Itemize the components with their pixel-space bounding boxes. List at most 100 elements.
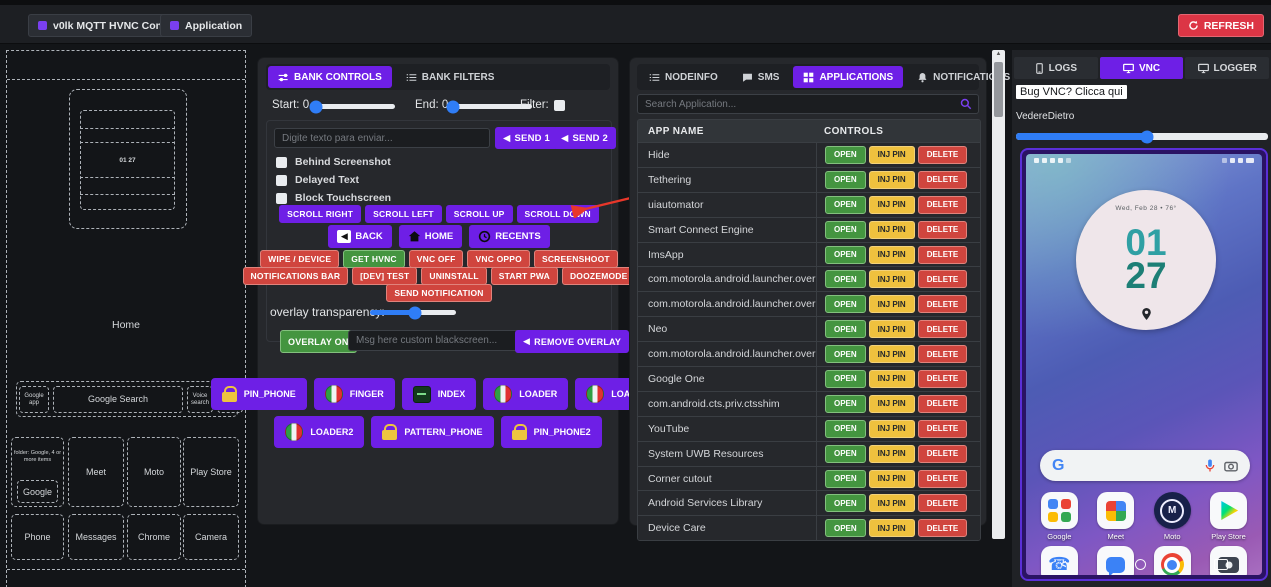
checkbox-behind-screenshot[interactable] [276,156,287,168]
open-button[interactable]: OPEN [825,170,866,189]
wireframe-search-bar[interactable]: Google appGoogle SearchVoice searchVisua… [16,381,243,417]
slider-thumb[interactable] [309,100,323,113]
wireframe-phone[interactable]: Phone [11,514,64,560]
refresh-button[interactable]: REFRESH [1177,14,1264,37]
overlay-transparency-slider[interactable] [370,306,456,319]
nav-home-icon[interactable] [1134,558,1146,570]
pin-phone2-button[interactable]: PIN_PHONE2 [500,416,602,448]
recents-button[interactable]: RECENTS [469,225,550,248]
app-play-store[interactable]: Play Store [1206,492,1252,541]
overlay-on-button[interactable]: OVERLAY ON [280,330,357,353]
inj-pin-button[interactable]: INJ PIN [868,245,915,264]
clock-widget[interactable]: Wed, Feb 28 • 76° 01 27 [1076,190,1216,330]
delete-button[interactable]: DELETE [917,444,968,463]
google-search-pill[interactable]: G [1040,450,1250,481]
inj-pin-button[interactable]: INJ PIN [868,444,915,463]
pattern-phone-button[interactable]: PATTERN_PHONE [371,416,494,448]
inj-pin-button[interactable]: INJ PIN [868,494,915,513]
open-button[interactable]: OPEN [825,444,866,463]
scroll-up-button[interactable]: SCROLL UP [445,205,513,223]
pin-phone-button[interactable]: PIN_PHONE [210,378,307,410]
inj-pin-button[interactable]: INJ PIN [868,345,915,364]
checkbox-block-touchscreen[interactable] [276,192,287,204]
remove-overlay-button[interactable]: ◀ REMOVE OVERLAY [515,330,630,353]
delete-button[interactable]: DELETE [917,494,968,513]
tab-bank-filters[interactable]: BANK FILTERS [396,66,505,88]
tab-logger[interactable]: LOGGER [1185,57,1270,79]
wireframe-google-app[interactable]: Google app [19,386,49,413]
inj-pin-button[interactable]: INJ PIN [868,320,915,339]
delete-button[interactable]: DELETE [917,245,968,264]
filter-checkbox[interactable] [554,100,565,111]
scroll-down-button[interactable]: SCROLL DOWN [516,205,599,223]
send-notification-button[interactable]: SEND NOTIFICATION [386,284,492,302]
search-application-input[interactable] [637,94,979,114]
scroll-left-button[interactable]: SCROLL LEFT [365,205,442,223]
index-button[interactable]: INDEX [401,378,477,410]
wireframe-clock-inner[interactable]: 01 27 [80,110,175,210]
delete-button[interactable]: DELETE [917,345,968,364]
open-button[interactable]: OPEN [825,195,866,214]
lens-camera-icon[interactable] [1224,460,1238,472]
inj-pin-button[interactable]: INJ PIN [868,220,915,239]
wireframe-moto[interactable]: Moto [127,437,181,507]
tab-logs[interactable]: LOGS [1014,57,1098,79]
open-button[interactable]: OPEN [825,419,866,438]
screenshoot-button[interactable]: SCREENSHOOT [533,250,618,268]
wireframe-google-search[interactable]: Google Search [53,386,183,413]
inj-pin-button[interactable]: INJ PIN [868,270,915,289]
tab-nodeinfo[interactable]: NODEINFO [639,66,728,88]
slider-thumb[interactable] [408,306,422,319]
send1-button[interactable]: ◀ SEND 1 [495,127,559,149]
inj-pin-button[interactable]: INJ PIN [868,369,915,388]
scrollbar-thumb[interactable] [994,62,1003,117]
doozemode-button[interactable]: DOOZEMODE [561,267,636,285]
wireframe-play-store[interactable]: Play Store [183,437,239,507]
app-google-folder[interactable]: Google [1036,492,1082,541]
home-button[interactable]: HOME [398,225,463,248]
wireframe-clock-widget[interactable]: 01 27 [69,89,187,229]
inj-pin-button[interactable]: INJ PIN [868,469,915,488]
dev-test-button[interactable]: [DEV] TEST [352,267,418,285]
slider-thumb[interactable] [446,100,460,113]
open-button[interactable]: OPEN [825,295,866,314]
scroll-right-button[interactable]: SCROLL RIGHT [279,205,362,223]
app-meet[interactable]: Meet [1093,492,1139,541]
bug-vnc-link[interactable]: Bug VNC? Clicca qui [1016,85,1127,99]
open-button[interactable]: OPEN [825,220,866,239]
tab-vnc[interactable]: VNC [1099,57,1184,79]
wireframe-chrome[interactable]: Chrome [127,514,181,560]
delete-button[interactable]: DELETE [917,145,968,164]
open-button[interactable]: OPEN [825,369,866,388]
inj-pin-button[interactable]: INJ PIN [868,145,915,164]
delete-button[interactable]: DELETE [917,170,968,189]
nav-back-icon[interactable]: < [1061,557,1067,571]
loader-button[interactable]: LOADER [483,378,569,410]
uninstall-button[interactable]: UNINSTALL [421,267,487,285]
delete-button[interactable]: DELETE [917,519,968,538]
nav-recents-icon[interactable] [1213,558,1228,570]
scrollbar-up-arrow[interactable]: ▲ [992,51,1005,57]
open-button[interactable]: OPEN [825,394,866,413]
inj-pin-button[interactable]: INJ PIN [868,519,915,538]
back-button[interactable]: ◀ BACK [328,225,392,248]
start-pwa-button[interactable]: START PWA [490,267,558,285]
wireframe-voice-search[interactable]: Voice search [187,386,213,413]
tab-applications[interactable]: APPLICATIONS [793,66,904,88]
delete-button[interactable]: DELETE [917,195,968,214]
delete-button[interactable]: DELETE [917,419,968,438]
wireframe-messages[interactable]: Messages [68,514,124,560]
delete-button[interactable]: DELETE [917,270,968,289]
inj-pin-button[interactable]: INJ PIN [868,195,915,214]
wireframe-meet[interactable]: Meet [68,437,124,507]
send-text-input[interactable] [274,128,490,148]
open-button[interactable]: OPEN [825,270,866,289]
open-button[interactable]: OPEN [825,320,866,339]
open-button[interactable]: OPEN [825,494,866,513]
delete-button[interactable]: DELETE [917,295,968,314]
slider-thumb[interactable] [1140,130,1154,143]
wireframe-camera[interactable]: Camera [183,514,239,560]
wireframe-home-label[interactable]: Home [7,319,245,331]
inj-pin-button[interactable]: INJ PIN [868,394,915,413]
delete-button[interactable]: DELETE [917,394,968,413]
